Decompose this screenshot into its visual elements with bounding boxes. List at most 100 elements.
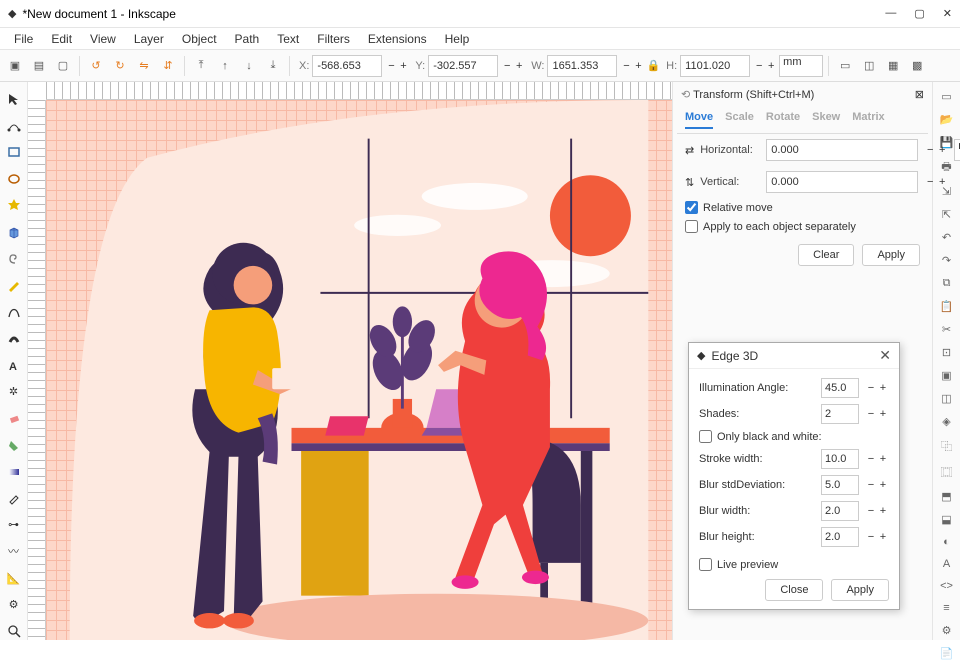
w-dec[interactable]: − [620, 60, 632, 72]
canvas[interactable] [46, 100, 672, 640]
dialog-apply-button[interactable]: Apply [831, 579, 889, 601]
eraser-tool-icon[interactable] [5, 410, 23, 428]
tab-skew[interactable]: Skew [812, 111, 840, 129]
cut-icon[interactable]: ✂ [939, 323, 955, 336]
menu-extensions[interactable]: Extensions [360, 30, 435, 48]
apply-each-checkbox[interactable] [685, 220, 698, 233]
blurh-input[interactable] [821, 527, 859, 547]
lower-bottom-icon[interactable]: ⤓ [262, 55, 284, 77]
copy-icon[interactable]: ⧉ [939, 277, 955, 290]
zoom-sel-icon[interactable]: ◈ [939, 415, 955, 428]
h-inc[interactable]: + [765, 60, 777, 72]
y-input[interactable] [428, 55, 498, 77]
dialog-close-button[interactable]: Close [765, 579, 823, 601]
shades-input[interactable] [821, 404, 859, 424]
zoom-fit-icon[interactable]: ⊡ [939, 346, 955, 359]
vertical-input[interactable] [766, 171, 918, 193]
v-inc[interactable]: + [936, 176, 948, 188]
text-tool-icon[interactable]: A [5, 356, 23, 374]
menu-object[interactable]: Object [174, 30, 225, 48]
flip-h-icon[interactable]: ⇋ [133, 55, 155, 77]
menu-edit[interactable]: Edit [43, 30, 80, 48]
h-dec[interactable]: − [924, 144, 936, 156]
tab-rotate[interactable]: Rotate [766, 111, 800, 129]
undo-icon[interactable]: ↶ [939, 231, 955, 244]
print-icon[interactable]: 🖶 [939, 159, 955, 175]
affect-stroke-icon[interactable]: ▭ [834, 55, 856, 77]
raise-top-icon[interactable]: ⤒ [190, 55, 212, 77]
zoom-drawing-icon[interactable]: ◫ [939, 392, 955, 405]
maximize-button[interactable]: ▢ [914, 7, 924, 20]
relative-move-checkbox[interactable] [685, 201, 698, 214]
h-dec[interactable]: − [753, 60, 765, 72]
spiral-tool-icon[interactable] [5, 250, 23, 268]
tab-scale[interactable]: Scale [725, 111, 754, 129]
duplicate-icon[interactable]: ⿻ [939, 438, 955, 454]
dialog-close-icon[interactable]: ✕ [879, 347, 891, 364]
text-prop-icon[interactable]: A [939, 558, 955, 570]
select-all-icon[interactable]: ▣ [4, 55, 26, 77]
doc-props-icon[interactable]: 📄 [939, 647, 955, 660]
star-tool-icon[interactable] [5, 197, 23, 215]
zoom-page-icon[interactable]: ▣ [939, 369, 955, 382]
zoom-tool-icon[interactable] [5, 623, 23, 641]
ellipse-tool-icon[interactable] [5, 170, 23, 188]
affect-corner-icon[interactable]: ◫ [858, 55, 880, 77]
redo-icon[interactable]: ↷ [939, 254, 955, 267]
h-input[interactable] [680, 55, 750, 77]
new-doc-icon[interactable]: ▭ [939, 90, 955, 103]
ruler-vertical[interactable] [28, 100, 46, 640]
x-input[interactable] [312, 55, 382, 77]
spray-tool-icon[interactable]: ✲ [5, 383, 23, 401]
tab-move[interactable]: Move [685, 111, 713, 129]
pencil-tool-icon[interactable] [5, 276, 23, 294]
y-dec[interactable]: − [501, 60, 513, 72]
unit-select[interactable]: mm [779, 55, 823, 77]
horizontal-input[interactable] [766, 139, 918, 161]
lpe-tool-icon[interactable]: ⚙ [5, 596, 23, 614]
onlybw-checkbox[interactable] [699, 430, 712, 443]
rotate-ccw-icon[interactable]: ↺ [85, 55, 107, 77]
group-icon[interactable]: ⬒ [939, 490, 955, 503]
xml-icon[interactable]: <> [939, 580, 955, 592]
x-dec[interactable]: − [385, 60, 397, 72]
menu-path[interactable]: Path [227, 30, 268, 48]
tweak-tool-icon[interactable]: 〰 [5, 543, 23, 561]
affect-pattern-icon[interactable]: ▩ [906, 55, 928, 77]
blurw-input[interactable] [821, 501, 859, 521]
select-layer-icon[interactable]: ▤ [28, 55, 50, 77]
blurstd-input[interactable] [821, 475, 859, 495]
minimize-button[interactable]: — [885, 7, 896, 20]
deselect-icon[interactable]: ▢ [52, 55, 74, 77]
affect-gradient-icon[interactable]: ▦ [882, 55, 904, 77]
lower-icon[interactable]: ↓ [238, 55, 260, 77]
livepreview-checkbox[interactable] [699, 558, 712, 571]
open-icon[interactable]: 📂 [939, 113, 955, 126]
raise-icon[interactable]: ↑ [214, 55, 236, 77]
apply-button[interactable]: Apply [862, 244, 920, 266]
fill-tool-icon[interactable] [5, 436, 23, 454]
move-unit-select[interactable]: mm [954, 139, 960, 161]
menu-view[interactable]: View [82, 30, 124, 48]
gradient-tool-icon[interactable] [5, 463, 23, 481]
measure-tool-icon[interactable]: 📐 [5, 569, 23, 587]
stroke-input[interactable] [821, 449, 859, 469]
clone-icon[interactable]: ⿴ [939, 464, 955, 480]
fill-stroke-icon[interactable]: ◐ [939, 536, 955, 548]
dropper-tool-icon[interactable] [5, 489, 23, 507]
clear-button[interactable]: Clear [798, 244, 854, 266]
h-inc[interactable]: + [936, 144, 948, 156]
rect-tool-icon[interactable] [5, 143, 23, 161]
illum-input[interactable] [821, 378, 859, 398]
close-button[interactable]: ✕ [943, 7, 952, 20]
menu-help[interactable]: Help [437, 30, 478, 48]
connector-tool-icon[interactable]: ⊶ [5, 516, 23, 534]
bezier-tool-icon[interactable] [5, 303, 23, 321]
prefs-icon[interactable]: ⚙ [939, 624, 955, 637]
tab-matrix[interactable]: Matrix [852, 111, 884, 129]
flip-v-icon[interactable]: ⇵ [157, 55, 179, 77]
export-icon[interactable]: ⇱ [939, 208, 955, 221]
menu-text[interactable]: Text [269, 30, 307, 48]
w-input[interactable] [547, 55, 617, 77]
menu-layer[interactable]: Layer [126, 30, 172, 48]
